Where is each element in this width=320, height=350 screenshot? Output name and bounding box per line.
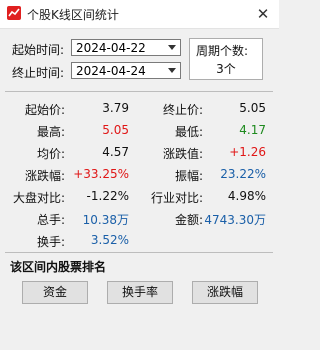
stats-row: 均价: 4.57 涨跌值: +1.26 (5, 145, 273, 163)
chart-icon (7, 6, 21, 20)
stats-row: 涨跌幅: +33.25% 振幅: 23.22% (5, 167, 273, 185)
period-count-box: 周期个数: 3个 (189, 38, 263, 80)
volume-label: 总手: (36, 213, 65, 227)
end-time-label: 终止时间: (12, 66, 65, 80)
title-bar: 个股K线区间统计 ✕ (0, 0, 279, 29)
change-pct-value: +33.25% (73, 167, 129, 181)
period-count-label: 周期个数: (196, 44, 249, 58)
end-price-label: 终止价: (162, 103, 203, 117)
change-pct-label: 涨跌幅: (24, 169, 65, 183)
industry-compare-value: 4.98% (227, 189, 266, 203)
volume-value: 10.38万 (82, 213, 129, 227)
change-label: 涨跌值: (162, 147, 203, 161)
end-date-value: 2024-04-24 (76, 64, 146, 78)
industry-compare-label: 行业对比: (150, 191, 203, 205)
close-icon[interactable]: ✕ (253, 4, 273, 24)
amount-label: 金额: (174, 213, 203, 227)
turnover-value: 3.52% (90, 233, 129, 247)
start-price-label: 起始价: (24, 103, 65, 117)
stats-row: 起始价: 3.79 终止价: 5.05 (5, 101, 273, 119)
start-time-label: 起始时间: (12, 43, 65, 57)
rank-by-fund-button[interactable]: 资金 (22, 281, 88, 304)
low-label: 最低: (174, 125, 203, 139)
stats-row: 最高: 5.05 最低: 4.17 (5, 123, 273, 141)
rank-by-change-button[interactable]: 涨跌幅 (192, 281, 258, 304)
start-date-picker[interactable]: 2024-04-22 (71, 39, 181, 56)
stats-row: 大盘对比: -1.22% 行业对比: 4.98% (5, 189, 273, 207)
avg-price-value: 4.57 (102, 145, 129, 159)
index-compare-label: 大盘对比: (12, 191, 65, 205)
start-price-value: 3.79 (102, 101, 129, 115)
avg-price-label: 均价: (36, 147, 65, 161)
amplitude-label: 振幅: (174, 169, 203, 183)
amount-value: 4743.30万 (204, 213, 266, 227)
end-price-value: 5.05 (239, 101, 266, 115)
chevron-down-icon[interactable] (168, 68, 176, 73)
rank-by-turnover-button[interactable]: 换手率 (107, 281, 173, 304)
window-title: 个股K线区间统计 (27, 8, 119, 22)
chevron-down-icon[interactable] (168, 45, 176, 50)
high-value: 5.05 (102, 123, 129, 137)
stats-row: 换手: 3.52% (5, 233, 273, 251)
high-label: 最高: (36, 125, 65, 139)
low-value: 4.17 (239, 123, 266, 137)
turnover-label: 换手: (36, 235, 65, 249)
index-compare-value: -1.22% (86, 189, 129, 203)
amplitude-value: 23.22% (220, 167, 266, 181)
end-date-picker[interactable]: 2024-04-24 (71, 62, 181, 79)
ranking-section-title: 该区间内股票排名 (10, 260, 107, 274)
change-value: +1.26 (229, 145, 266, 159)
period-count-value: 3个 (216, 62, 236, 76)
start-date-value: 2024-04-22 (76, 41, 146, 55)
stats-panel: 起始价: 3.79 终止价: 5.05 最高: 5.05 最低: 4.17 均价… (5, 91, 273, 253)
stats-row: 总手: 10.38万 金额: 4743.30万 (5, 211, 273, 229)
